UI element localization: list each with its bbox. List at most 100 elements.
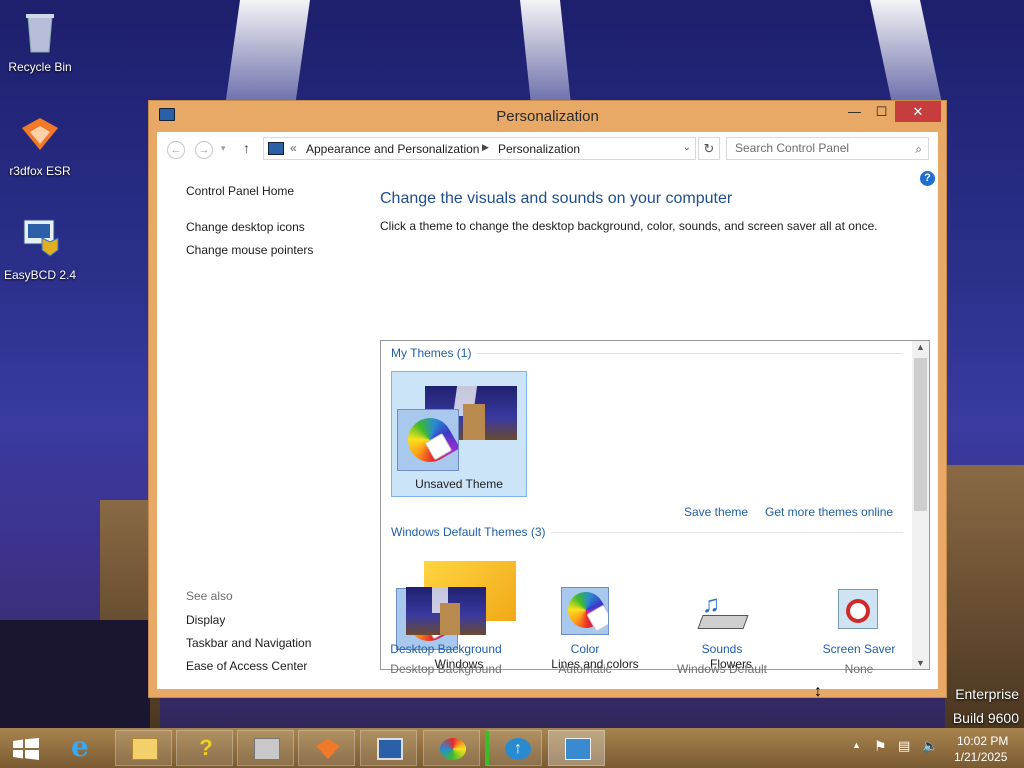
back-arrow-icon[interactable]: ← <box>167 141 185 159</box>
taskbar-remote-desktop[interactable] <box>360 730 417 766</box>
breadcrumb-personalization[interactable]: Personalization <box>498 142 580 156</box>
action-center-flag-icon[interactable]: ⚑ <box>874 738 887 755</box>
change-desktop-icons-link[interactable]: Change desktop icons <box>186 220 305 234</box>
color-icon <box>561 587 609 635</box>
taskbar-personalization[interactable] <box>548 730 605 766</box>
taskbar-file-explorer[interactable] <box>115 730 172 766</box>
sounds-icon: ♫ <box>696 587 749 635</box>
resize-cursor-icon: ↕ <box>814 683 822 700</box>
taskbar-internet-explorer[interactable]: e <box>55 730 112 766</box>
forward-arrow-icon[interactable]: → <box>195 141 213 159</box>
window-title: Personalization <box>496 108 599 125</box>
desktop-background-icon <box>406 587 486 635</box>
display-link[interactable]: Display <box>186 613 225 627</box>
desktop-icon-r3dfox[interactable]: r3dfox ESR <box>0 112 80 178</box>
breadcrumb-separator-icon[interactable]: ▶ <box>482 142 489 153</box>
clock-date[interactable]: 1/21/2025 <box>954 750 1007 764</box>
theme-unsaved[interactable]: Unsaved Theme <box>391 371 527 497</box>
r3dfox-icon <box>16 112 64 160</box>
internet-explorer-icon: e <box>71 730 89 763</box>
color-palette-icon <box>397 409 459 471</box>
taskbar-paint[interactable] <box>423 730 480 766</box>
update-icon: ↑ <box>505 738 531 760</box>
search-icon: ⌕ <box>915 142 922 156</box>
scroll-up-icon[interactable]: ▲ <box>912 342 929 352</box>
control-panel-icon <box>268 142 284 155</box>
start-button[interactable] <box>0 730 57 766</box>
screen-saver-value: None <box>844 662 874 676</box>
personalization-window: Personalization — ☐ ✕ ← → ▾ ↑ « Appearan… <box>148 100 947 698</box>
remote-desktop-icon <box>377 738 403 760</box>
sounds-value: Windows Default <box>676 662 768 676</box>
paint-icon <box>440 738 466 760</box>
volume-muted-icon[interactable]: 🔈 <box>922 738 938 754</box>
vertical-scrollbar[interactable]: ▲ ▼ <box>912 341 929 669</box>
maximize-button[interactable]: ☐ <box>868 101 895 122</box>
color-setting[interactable]: Color Automatic <box>547 587 623 676</box>
section-divider <box>477 353 903 354</box>
taskbar-navigation-link[interactable]: Taskbar and Navigation <box>186 636 311 650</box>
color-link[interactable]: Color <box>547 642 623 656</box>
section-divider <box>551 532 903 533</box>
start-icon <box>13 738 39 760</box>
taskbar: e ? ↑ ▲ ⚑ ▤ 🔈 10:02 PM 1/21/2025 <box>0 728 1024 768</box>
screen-saver-icon <box>836 587 882 635</box>
taskbar-help[interactable]: ? <box>176 730 233 766</box>
sounds-setting[interactable]: ♫ Sounds Windows Default <box>669 587 775 676</box>
default-themes-header: Windows Default Themes (3) <box>391 525 546 539</box>
refresh-icon[interactable]: ↻ <box>698 137 720 160</box>
page-title: Change the visuals and sounds on your co… <box>380 190 733 207</box>
personalization-icon <box>565 738 591 760</box>
recent-pages-chevron-icon[interactable]: ▾ <box>221 143 226 154</box>
my-themes-header: My Themes (1) <box>391 346 472 360</box>
breadcrumb-appearance[interactable]: Appearance and Personalization <box>306 142 479 156</box>
search-placeholder: Search Control Panel <box>735 141 850 155</box>
help-icon[interactable]: ? <box>920 171 935 186</box>
scroll-down-icon[interactable]: ▼ <box>912 658 929 668</box>
show-hidden-icons-chevron-icon[interactable]: ▲ <box>852 740 861 750</box>
theme-name: Unsaved Theme <box>415 477 503 491</box>
desktop-icon-label: Recycle Bin <box>8 60 72 74</box>
breadcrumb-overflow[interactable]: « <box>290 141 297 155</box>
file-explorer-icon <box>132 738 158 760</box>
help-icon: ? <box>199 735 213 760</box>
save-theme-link[interactable]: Save theme <box>684 505 748 519</box>
get-more-themes-link[interactable]: Get more themes online <box>765 505 893 519</box>
r3dfox-icon <box>316 739 340 759</box>
scroll-thumb[interactable] <box>914 358 927 511</box>
change-mouse-pointers-link[interactable]: Change mouse pointers <box>186 243 313 257</box>
color-value: Automatic <box>558 662 612 676</box>
title-bar[interactable]: Personalization — ☐ ✕ <box>149 101 946 132</box>
desktop-icon-label: EasyBCD 2.4 <box>3 268 77 282</box>
address-dropdown-icon[interactable]: ⌄ <box>683 142 691 153</box>
build-watermark: Build 9600 <box>952 710 1019 726</box>
address-bar: ← → ▾ ↑ « Appearance and Personalization… <box>157 132 938 166</box>
up-arrow-icon[interactable]: ↑ <box>243 140 250 156</box>
taskbar-r3dfox[interactable] <box>298 730 355 766</box>
address-path[interactable]: « Appearance and Personalization ▶ Perso… <box>263 137 696 160</box>
screen-saver-link[interactable]: Screen Saver <box>819 642 899 656</box>
device-manager-icon <box>254 738 280 760</box>
screen-saver-setting[interactable]: Screen Saver None <box>819 587 899 676</box>
edition-watermark: Enterprise <box>955 686 1019 702</box>
window-client-area: ← → ▾ ↑ « Appearance and Personalization… <box>157 132 938 689</box>
minimize-button[interactable]: — <box>841 101 868 122</box>
see-also-heading: See also <box>186 589 233 603</box>
desktop-icon-easybcd[interactable]: EasyBCD 2.4 <box>0 216 80 282</box>
taskbar-device-manager[interactable] <box>237 730 294 766</box>
desktop-background-setting[interactable]: Desktop Background Desktop Background <box>387 587 505 676</box>
ease-of-access-link[interactable]: Ease of Access Center <box>186 659 307 673</box>
sounds-link[interactable]: Sounds <box>669 642 775 656</box>
desktop-icon-recycle-bin[interactable]: Recycle Bin <box>0 8 80 74</box>
recycle-bin-icon <box>16 8 64 56</box>
network-icon[interactable]: ▤ <box>898 738 910 754</box>
search-input[interactable]: Search Control Panel ⌕ <box>726 137 929 160</box>
desktop-icon-label: r3dfox ESR <box>9 164 71 178</box>
close-button[interactable]: ✕ <box>895 101 941 122</box>
control-panel-home-link[interactable]: Control Panel Home <box>186 184 294 198</box>
taskbar-update[interactable]: ↑ <box>485 730 542 766</box>
desktop-background-link[interactable]: Desktop Background <box>387 642 505 656</box>
desktop-background-value: Desktop Background <box>390 662 502 676</box>
clock-time[interactable]: 10:02 PM <box>957 734 1008 748</box>
easybcd-icon <box>16 216 64 264</box>
